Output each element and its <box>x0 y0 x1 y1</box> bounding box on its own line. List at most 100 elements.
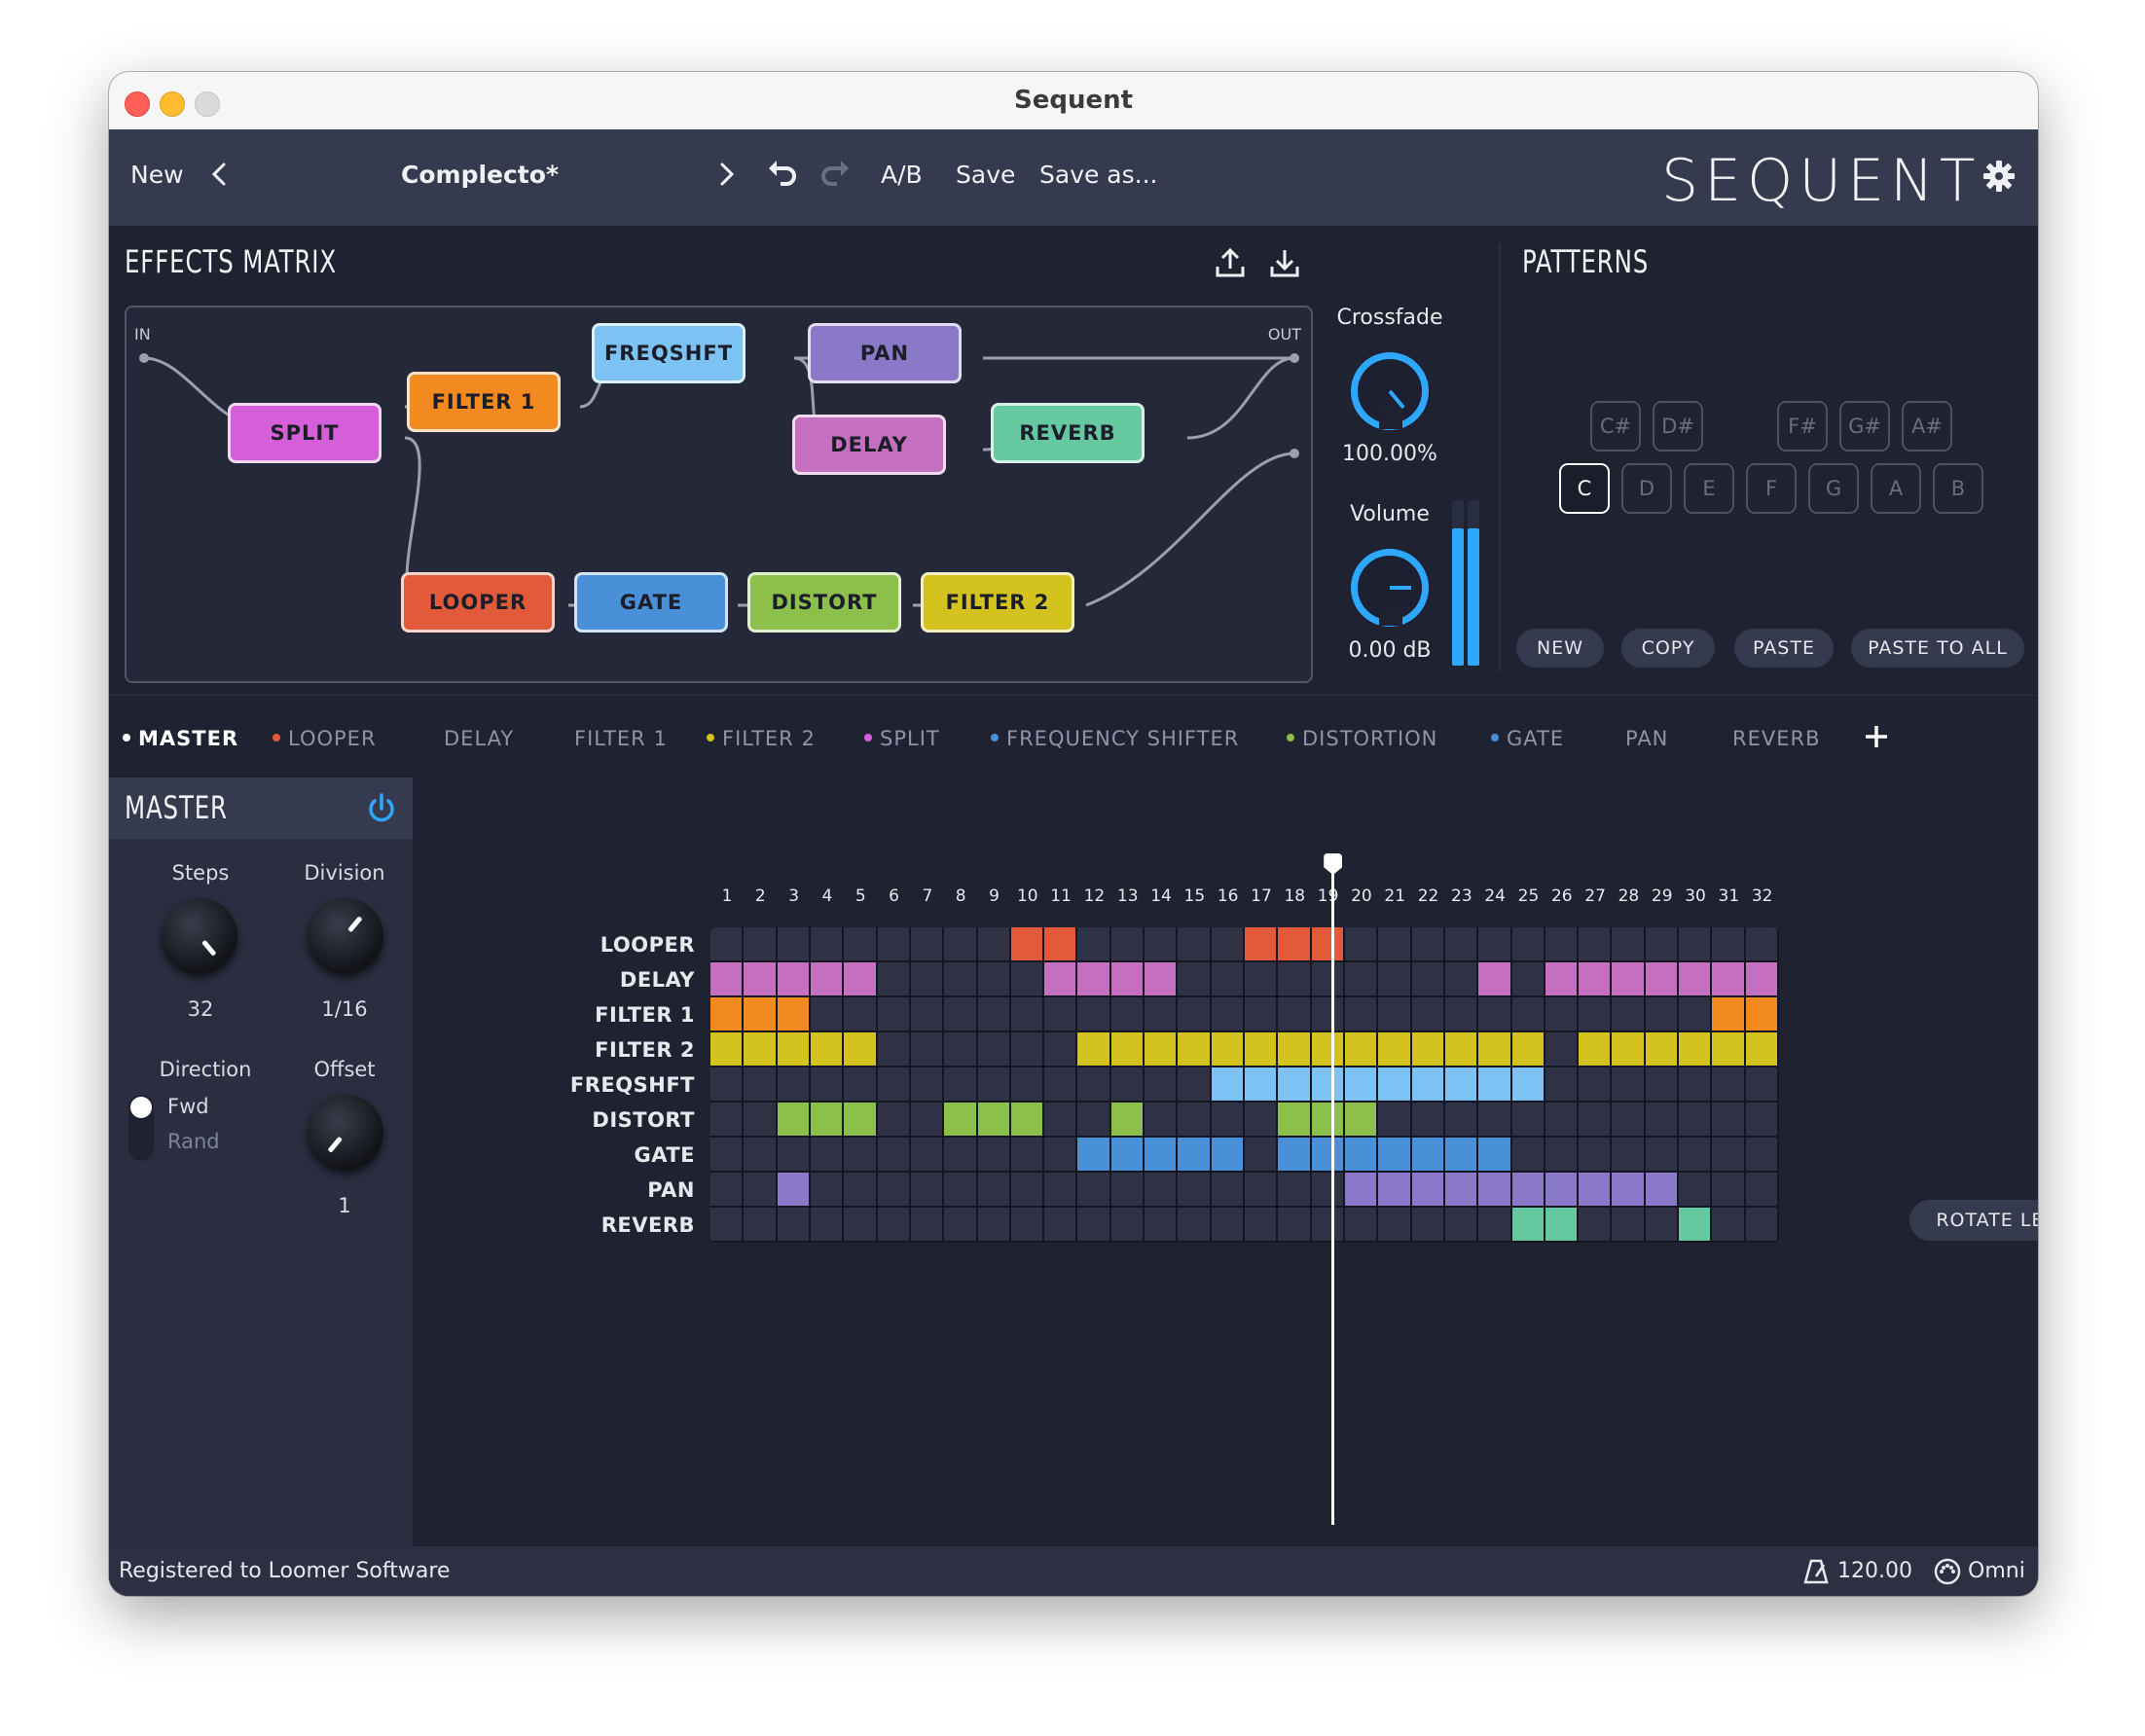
step-cell[interactable] <box>1311 962 1343 995</box>
step-cell[interactable] <box>1712 997 1744 1031</box>
step-cell[interactable] <box>1178 1032 1210 1066</box>
step-cell[interactable] <box>910 1103 943 1136</box>
step-cell[interactable] <box>1278 1067 1310 1101</box>
previous-preset-icon[interactable] <box>202 157 237 192</box>
step-cell[interactable] <box>1110 962 1144 995</box>
step-cell[interactable] <box>1110 1032 1144 1066</box>
step-cell[interactable] <box>1545 1138 1578 1171</box>
step-cell[interactable] <box>1245 1138 1277 1171</box>
step-cell[interactable] <box>1145 997 1177 1031</box>
playhead-handle[interactable] <box>1324 853 1343 875</box>
step-cell[interactable] <box>1044 997 1076 1031</box>
midi-channel-value[interactable]: Omni <box>1968 1559 2025 1583</box>
step-cell[interactable] <box>1077 997 1109 1031</box>
step-cell[interactable] <box>777 1173 809 1206</box>
step-cell[interactable] <box>777 997 809 1031</box>
step-cell[interactable] <box>1145 1103 1177 1136</box>
step-cell[interactable] <box>777 1067 809 1101</box>
step-cell[interactable] <box>1712 927 1744 960</box>
step-cell[interactable] <box>1745 1208 1777 1241</box>
tab-delay[interactable]: DELAY <box>444 727 514 750</box>
step-cell[interactable] <box>944 1138 976 1171</box>
step-cell[interactable] <box>1378 927 1410 960</box>
step-cell[interactable] <box>1478 927 1510 960</box>
step-cell[interactable] <box>944 1103 976 1136</box>
step-cell[interactable] <box>1478 997 1510 1031</box>
tab-gate[interactable]: GATE <box>1491 727 1564 750</box>
step-cell[interactable] <box>1311 1103 1343 1136</box>
pattern-note-f[interactable]: F <box>1746 463 1797 514</box>
step-cell[interactable] <box>1344 1103 1377 1136</box>
pattern-paste-button[interactable]: PASTE <box>1734 629 1834 668</box>
step-cell[interactable] <box>1511 1032 1544 1066</box>
step-cell[interactable] <box>1077 1208 1109 1241</box>
redo-icon[interactable] <box>818 157 853 192</box>
step-cell[interactable] <box>810 1208 843 1241</box>
step-cell[interactable] <box>710 997 743 1031</box>
step-cell[interactable] <box>977 1103 1009 1136</box>
step-cell[interactable] <box>1478 1103 1510 1136</box>
step-cell[interactable] <box>1478 1173 1510 1206</box>
step-cell[interactable] <box>977 1067 1009 1101</box>
step-cell[interactable] <box>1278 997 1310 1031</box>
node-filter2[interactable]: FILTER 2 <box>921 572 1074 633</box>
step-cell[interactable] <box>1645 962 1678 995</box>
step-cell[interactable] <box>1679 1103 1711 1136</box>
preset-name[interactable]: Complecto* <box>401 161 559 189</box>
step-cell[interactable] <box>1478 1138 1510 1171</box>
step-cell[interactable] <box>977 997 1009 1031</box>
step-cell[interactable] <box>1545 927 1578 960</box>
step-cell[interactable] <box>1278 1032 1310 1066</box>
step-cell[interactable] <box>1044 1103 1076 1136</box>
step-cell[interactable] <box>844 1067 876 1101</box>
step-cell[interactable] <box>844 1208 876 1241</box>
step-cell[interactable] <box>877 962 909 995</box>
step-cell[interactable] <box>1077 962 1109 995</box>
step-cell[interactable] <box>1245 1067 1277 1101</box>
step-cell[interactable] <box>877 1032 909 1066</box>
node-split[interactable]: SPLIT <box>228 403 382 463</box>
tab-reverb[interactable]: REVERB <box>1732 727 1821 750</box>
step-cell[interactable] <box>944 1208 976 1241</box>
step-cell[interactable] <box>1344 927 1377 960</box>
step-cell[interactable] <box>1511 1103 1544 1136</box>
step-cell[interactable] <box>1344 962 1377 995</box>
pattern-note-g-sharp[interactable]: G# <box>1839 401 1890 452</box>
step-cell[interactable] <box>1311 1032 1343 1066</box>
node-distort[interactable]: DISTORT <box>747 572 901 633</box>
pattern-note-f-sharp[interactable]: F# <box>1777 401 1828 452</box>
step-cell[interactable] <box>1712 962 1744 995</box>
step-cell[interactable] <box>1579 927 1611 960</box>
step-cell[interactable] <box>844 1032 876 1066</box>
step-cell[interactable] <box>1077 1103 1109 1136</box>
step-cell[interactable] <box>1378 1138 1410 1171</box>
step-cell[interactable] <box>1411 1173 1443 1206</box>
power-icon[interactable] <box>364 791 399 826</box>
step-cell[interactable] <box>1411 997 1443 1031</box>
step-cell[interactable] <box>1344 997 1377 1031</box>
step-cell[interactable] <box>1511 1138 1544 1171</box>
step-cell[interactable] <box>944 1067 976 1101</box>
ab-compare-button[interactable]: A/B <box>881 161 923 189</box>
step-cell[interactable] <box>1278 962 1310 995</box>
step-cell[interactable] <box>1444 962 1477 995</box>
step-cell[interactable] <box>1211 1138 1243 1171</box>
step-cell[interactable] <box>1077 927 1109 960</box>
step-cell[interactable] <box>1679 997 1711 1031</box>
step-cell[interactable] <box>1545 997 1578 1031</box>
step-cell[interactable] <box>1411 1138 1443 1171</box>
step-cell[interactable] <box>1579 962 1611 995</box>
step-cell[interactable] <box>1010 1138 1043 1171</box>
step-cell[interactable] <box>1545 1032 1578 1066</box>
step-cell[interactable] <box>710 1208 743 1241</box>
step-cell[interactable] <box>910 927 943 960</box>
node-delay[interactable]: DELAY <box>792 415 946 475</box>
step-cell[interactable] <box>1110 1208 1144 1241</box>
step-cell[interactable] <box>1044 1173 1076 1206</box>
step-cell[interactable] <box>910 997 943 1031</box>
step-cell[interactable] <box>1745 997 1777 1031</box>
step-cell[interactable] <box>1411 962 1443 995</box>
step-cell[interactable] <box>1444 1103 1477 1136</box>
step-cell[interactable] <box>1278 1103 1310 1136</box>
step-cell[interactable] <box>710 1103 743 1136</box>
